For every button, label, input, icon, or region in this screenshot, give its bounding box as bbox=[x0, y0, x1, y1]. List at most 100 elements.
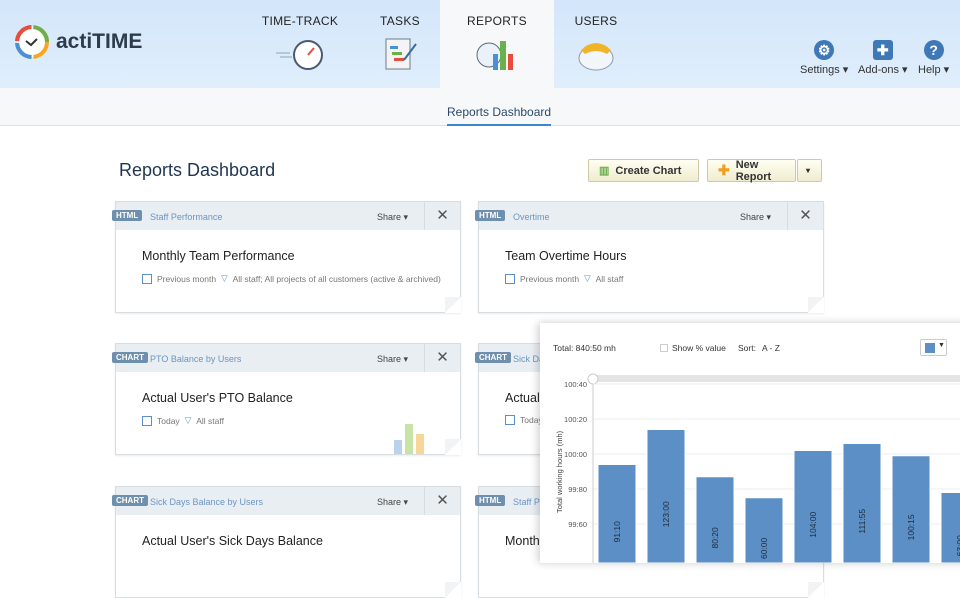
card-title[interactable]: Actual User's Sick Days Balance bbox=[142, 534, 323, 548]
page-title: Reports Dashboard bbox=[119, 160, 276, 180]
page-fold bbox=[808, 297, 824, 313]
card-category[interactable]: Staff Performance bbox=[150, 212, 222, 222]
card-title[interactable]: Monthl bbox=[505, 534, 543, 548]
tab-reports[interactable]: REPORTS bbox=[440, 0, 554, 88]
tab-tasks[interactable]: TASKS bbox=[362, 0, 438, 88]
period: Previous month bbox=[520, 273, 580, 284]
bar-data-label: 63:00 bbox=[955, 535, 960, 557]
tab-time-track[interactable]: TIME-TRACK bbox=[255, 0, 345, 88]
chart-preview-panel: Total: 840:50 mh Show % value Sort: A - … bbox=[540, 323, 960, 563]
report-card[interactable]: HTML Staff Performance Share ▾ ✕ Monthly Tea… bbox=[112, 201, 461, 313]
bar-data-label: 104:00 bbox=[808, 511, 818, 537]
type-badge: CHART bbox=[475, 352, 511, 363]
page-fold bbox=[445, 439, 461, 455]
subnav-reports-dashboard[interactable]: Reports Dashboard bbox=[447, 105, 552, 126]
clock-logo-icon bbox=[15, 25, 49, 59]
logo-text: actiTIME bbox=[56, 30, 143, 53]
card-category[interactable]: Sick Days Balance by Users bbox=[150, 497, 263, 507]
new-report-button[interactable]: ✚ New Report bbox=[707, 158, 796, 183]
page-fold bbox=[808, 582, 824, 598]
report-card[interactable]: HTML Overtime Share ▾ ✕ Team Overtime Hours P… bbox=[475, 201, 824, 313]
reports-chart-icon bbox=[476, 41, 513, 70]
tab-users[interactable]: USERS bbox=[560, 0, 632, 88]
help-label: Help ▾ bbox=[918, 64, 950, 76]
y-tick-label: 100:40 bbox=[564, 380, 587, 389]
plus-icon: ✚ bbox=[718, 162, 730, 178]
card-meta: Today bbox=[505, 415, 543, 425]
bar[interactable] bbox=[646, 429, 686, 564]
type-badge: CHART bbox=[112, 495, 148, 506]
filter-icon: ▽ bbox=[221, 273, 228, 283]
bar[interactable] bbox=[793, 450, 833, 564]
type-badge: CHART bbox=[112, 352, 148, 363]
new-report-dropdown[interactable]: ▾ bbox=[797, 159, 822, 182]
card-meta: Previous month ▽ All staff bbox=[505, 273, 623, 284]
share-button[interactable]: Share ▾ bbox=[740, 212, 771, 223]
close-icon[interactable]: ✕ bbox=[787, 202, 823, 230]
tab-label: REPORTS bbox=[467, 14, 527, 28]
card-meta: Today ▽ All staff bbox=[142, 415, 224, 426]
calendar-icon bbox=[505, 415, 515, 425]
card-header: HTML Overtime Share ▾ ✕ bbox=[475, 202, 823, 230]
share-button[interactable]: Share ▾ bbox=[377, 497, 408, 508]
bar-chart-icon: ▥ bbox=[599, 165, 610, 177]
create-chart-button[interactable]: ▥ Create Chart bbox=[588, 159, 699, 182]
bar-data-label: 91:10 bbox=[612, 521, 622, 543]
tab-label: TIME-TRACK bbox=[261, 14, 339, 28]
card-title[interactable]: Actual User's PTO Balance bbox=[142, 391, 293, 405]
close-icon[interactable]: ✕ bbox=[424, 202, 460, 230]
y-tick-label: 100:20 bbox=[564, 415, 587, 424]
card-header: CHART Sick Days Balance by Users Share ▾ ✕ bbox=[112, 487, 460, 515]
new-report-label: New Report bbox=[735, 158, 772, 183]
scroll-bar[interactable] bbox=[593, 375, 960, 382]
bar[interactable] bbox=[597, 464, 637, 564]
period: Previous month bbox=[157, 273, 217, 284]
close-icon[interactable]: ✕ bbox=[424, 487, 460, 515]
y-axis-label: Total working hours (mh) bbox=[555, 430, 564, 513]
calendar-icon bbox=[505, 273, 515, 284]
create-chart-label: Create Chart bbox=[615, 164, 682, 177]
y-tick-label: 99:80 bbox=[568, 485, 587, 494]
card-header: CHART PTO Balance by Users Share ▾ ✕ bbox=[112, 344, 460, 372]
bar[interactable] bbox=[695, 476, 735, 563]
page-fold bbox=[445, 297, 461, 313]
logo[interactable]: actiTIME bbox=[14, 24, 142, 60]
settings-menu[interactable]: ⚙ Settings ▾ bbox=[800, 40, 848, 76]
card-title[interactable]: Actual bbox=[505, 391, 540, 405]
clipboard-icon bbox=[385, 38, 417, 70]
share-button[interactable]: Share ▾ bbox=[377, 212, 408, 223]
bar-chart: 100:40 100:20 100:00 99:80 99:60 Total workin… bbox=[555, 373, 960, 564]
report-card[interactable]: CHART PTO Balance by Users Share ▾ ✕ Actual … bbox=[112, 343, 461, 455]
period: Today bbox=[157, 415, 180, 426]
card-category[interactable]: Overtime bbox=[513, 212, 550, 222]
tab-label: TASKS bbox=[380, 14, 420, 28]
bar-data-label: 123:00 bbox=[661, 501, 671, 527]
card-title[interactable]: Team Overtime Hours bbox=[505, 249, 627, 263]
card-meta: Previous month ▽ All staff; All projects o… bbox=[142, 273, 441, 284]
help-menu[interactable]: ? Help ▾ bbox=[918, 40, 949, 76]
calendar-icon bbox=[142, 273, 152, 284]
scroll-handle[interactable] bbox=[587, 373, 599, 385]
mini-chart-icon bbox=[394, 424, 424, 454]
bar-data-label: 100:15 bbox=[906, 514, 916, 540]
bar[interactable] bbox=[842, 443, 882, 564]
sub-nav: Reports Dashboard bbox=[0, 88, 960, 126]
filter: All staff bbox=[595, 273, 624, 284]
gear-icon: ⚙ bbox=[814, 40, 835, 60]
bar-data-label: 111:55 bbox=[857, 509, 867, 534]
type-badge: HTML bbox=[112, 210, 143, 221]
report-card[interactable]: CHART Sick Days Balance by Users Share ▾ ✕ A… bbox=[112, 486, 461, 598]
card-title[interactable]: Monthly Team Performance bbox=[142, 249, 295, 263]
share-button[interactable]: Share ▾ bbox=[377, 354, 408, 365]
addons-menu[interactable]: ✚ Add-ons ▾ bbox=[858, 40, 908, 76]
card-category[interactable]: PTO Balance by Users bbox=[150, 354, 241, 364]
y-tick-label: 99:60 bbox=[568, 520, 587, 529]
puzzle-icon: ✚ bbox=[872, 40, 893, 60]
bar-data-label: 60:00 bbox=[759, 537, 769, 559]
y-tick-label: 100:00 bbox=[564, 450, 587, 459]
filter: All staff bbox=[196, 415, 224, 426]
bar-data-label: 80:20 bbox=[710, 527, 720, 549]
close-icon[interactable]: ✕ bbox=[424, 344, 460, 372]
bar[interactable] bbox=[891, 455, 931, 563]
user-face-icon bbox=[578, 43, 614, 71]
